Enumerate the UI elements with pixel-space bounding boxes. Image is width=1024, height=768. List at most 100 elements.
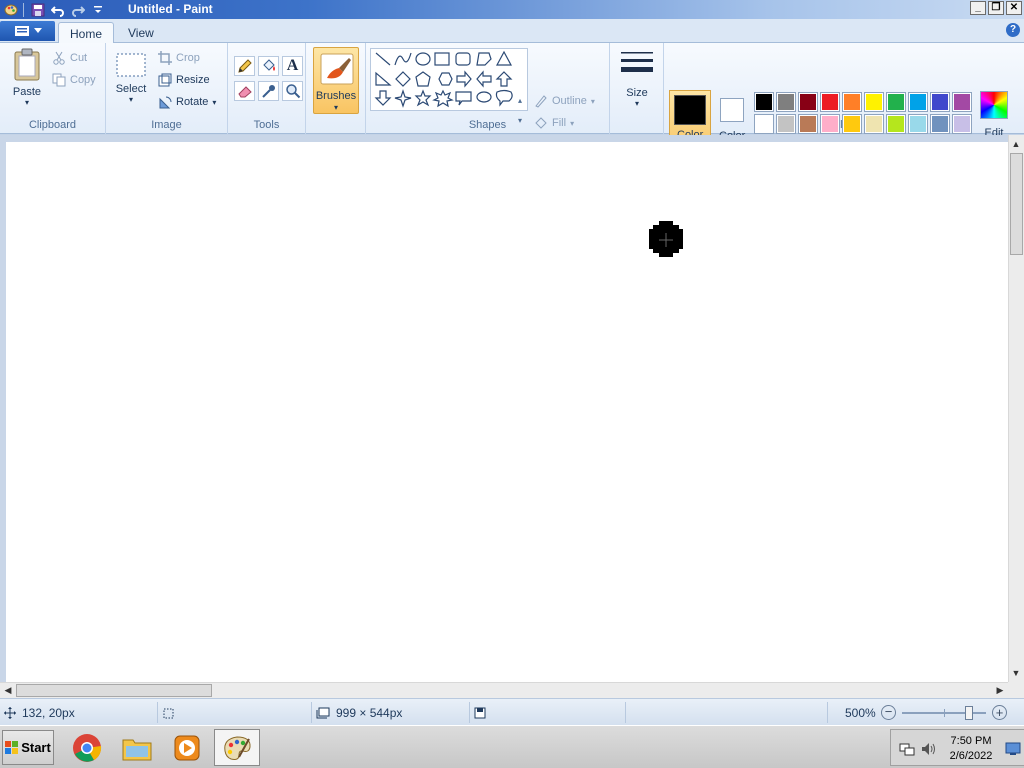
palette-color-swatch[interactable]	[820, 92, 840, 112]
image-group: Select ▾ Crop Resize Rotate ▾ Image	[106, 43, 228, 134]
palette-color-swatch[interactable]	[864, 114, 884, 134]
file-explorer-taskbar-button[interactable]	[114, 729, 160, 766]
magnifier-icon[interactable]	[282, 81, 303, 101]
palette-color-swatch[interactable]	[886, 114, 906, 134]
palette-color-swatch[interactable]	[908, 114, 928, 134]
fill-button[interactable]: Fill ▾	[534, 116, 574, 130]
show-desktop-icon[interactable]	[1005, 742, 1021, 756]
clock-date: 2/6/2022	[949, 750, 993, 762]
zoom-slider[interactable]	[902, 705, 986, 720]
minimize-button[interactable]: _	[970, 1, 986, 15]
close-button[interactable]: ✕	[1006, 1, 1022, 15]
crop-button[interactable]: Crop	[158, 51, 200, 65]
ribbon: Paste ▾ Cut Copy Clipboard Select ▾ Crop…	[0, 43, 1024, 156]
zoom-in-button[interactable]: +	[992, 705, 1007, 720]
tools-group: A Tools	[228, 43, 306, 134]
brushes-button[interactable]: Brushes ▾	[313, 47, 359, 114]
zoom-slider-thumb[interactable]	[965, 706, 973, 720]
vertical-scrollbar[interactable]: ▲ ▼	[1008, 135, 1024, 682]
palette-color-swatch[interactable]	[820, 114, 840, 134]
horizontal-scrollbar[interactable]: ◀ ▶	[0, 682, 1008, 698]
redo-icon[interactable]	[69, 2, 87, 18]
undo-icon[interactable]	[49, 2, 67, 18]
paint-taskbar-button[interactable]	[214, 729, 260, 766]
black-dot-stroke	[649, 221, 683, 257]
copy-button[interactable]: Copy	[52, 73, 96, 87]
rotate-icon	[159, 96, 172, 109]
tab-home[interactable]: Home	[58, 22, 115, 44]
palette-color-swatch[interactable]	[952, 114, 972, 134]
brushes-label: Brushes	[315, 90, 357, 102]
drawing-canvas[interactable]	[6, 142, 1008, 682]
menu-icon	[14, 26, 29, 36]
fill-bucket-icon[interactable]	[258, 56, 279, 76]
tab-view[interactable]: View	[117, 22, 165, 44]
help-icon[interactable]: ?	[1006, 23, 1020, 37]
paint-menu-button[interactable]	[0, 21, 55, 41]
palette-color-swatch[interactable]	[930, 114, 950, 134]
paste-label: Paste	[12, 86, 42, 98]
disk-icon	[474, 707, 486, 718]
eraser-icon[interactable]	[234, 81, 255, 101]
palette-color-swatch[interactable]	[776, 92, 796, 112]
palette-color-swatch[interactable]	[798, 114, 818, 134]
media-player-taskbar-button[interactable]	[164, 729, 210, 766]
clipboard-group: Paste ▾ Cut Copy Clipboard	[0, 43, 106, 134]
palette-color-swatch[interactable]	[776, 114, 796, 134]
taskbar: Start 7:50 PM 2/6/2022	[0, 725, 1024, 768]
palette-color-swatch[interactable]	[886, 92, 906, 112]
zoom-out-button[interactable]: −	[881, 705, 896, 720]
palette-color-swatch[interactable]	[930, 92, 950, 112]
paste-button[interactable]: Paste ▾	[8, 48, 46, 107]
customize-qat-icon[interactable]	[89, 2, 107, 18]
start-button[interactable]: Start	[2, 730, 54, 765]
resize-button[interactable]: Resize	[158, 73, 210, 87]
clock[interactable]: 7:50 PM 2/6/2022	[941, 734, 1001, 764]
shapes-icons	[374, 50, 513, 108]
scroll-right-arrow[interactable]: ▶	[993, 683, 1007, 697]
vertical-scroll-thumb[interactable]	[1010, 153, 1023, 255]
palette-color-swatch[interactable]	[754, 114, 774, 134]
title-bar: Untitled - Paint _ ❐ ✕	[0, 0, 1024, 19]
select-button[interactable]: Select ▾	[114, 52, 148, 104]
media-player-icon	[174, 735, 200, 760]
palette-color-swatch[interactable]	[842, 114, 862, 134]
scroll-up-arrow[interactable]: ▲	[1009, 137, 1023, 151]
scroll-left-arrow[interactable]: ◀	[1, 683, 15, 697]
copy-icon	[52, 73, 66, 87]
palette-color-swatch[interactable]	[908, 92, 928, 112]
restore-button[interactable]: ❐	[988, 1, 1004, 15]
rainbow-icon	[980, 91, 1008, 119]
size-button[interactable]: Size ▾	[618, 49, 656, 108]
palette-color-swatch[interactable]	[864, 92, 884, 112]
pencil-icon[interactable]	[234, 56, 255, 76]
tools-group-label: Tools	[253, 119, 280, 131]
canvas-size-icon	[316, 707, 330, 718]
palette-color-swatch[interactable]	[798, 92, 818, 112]
scroll-down-arrow[interactable]: ▼	[1009, 666, 1023, 680]
chrome-taskbar-button[interactable]	[64, 729, 110, 766]
palette-color-swatch[interactable]	[842, 92, 862, 112]
size-group: Size ▾	[610, 43, 664, 134]
system-tray: 7:50 PM 2/6/2022	[890, 729, 1024, 766]
canvas-size: 999 × 544px	[336, 705, 403, 720]
save-icon[interactable]	[29, 2, 47, 18]
outline-button[interactable]: Outline ▾	[534, 94, 595, 108]
shapes-gallery[interactable]	[370, 48, 528, 111]
rotate-button[interactable]: Rotate ▾	[158, 95, 216, 109]
horizontal-scroll-thumb[interactable]	[16, 684, 212, 697]
clipboard-icon	[14, 48, 40, 81]
palette-color-swatch[interactable]	[754, 92, 774, 112]
paint-app-icon[interactable]	[2, 2, 20, 18]
selection-size-cell	[162, 702, 312, 723]
image-group-label: Image	[151, 119, 182, 131]
cursor-position-cell: 132, 20px	[4, 702, 158, 723]
volume-icon[interactable]	[921, 741, 937, 757]
network-icon[interactable]	[899, 741, 915, 757]
palette-color-swatch[interactable]	[952, 92, 972, 112]
windows-logo-icon	[5, 740, 19, 754]
chevron-down-icon	[33, 28, 42, 33]
color-picker-icon[interactable]	[258, 81, 279, 101]
cut-button[interactable]: Cut	[52, 51, 87, 65]
text-tool-icon[interactable]: A	[282, 56, 303, 76]
